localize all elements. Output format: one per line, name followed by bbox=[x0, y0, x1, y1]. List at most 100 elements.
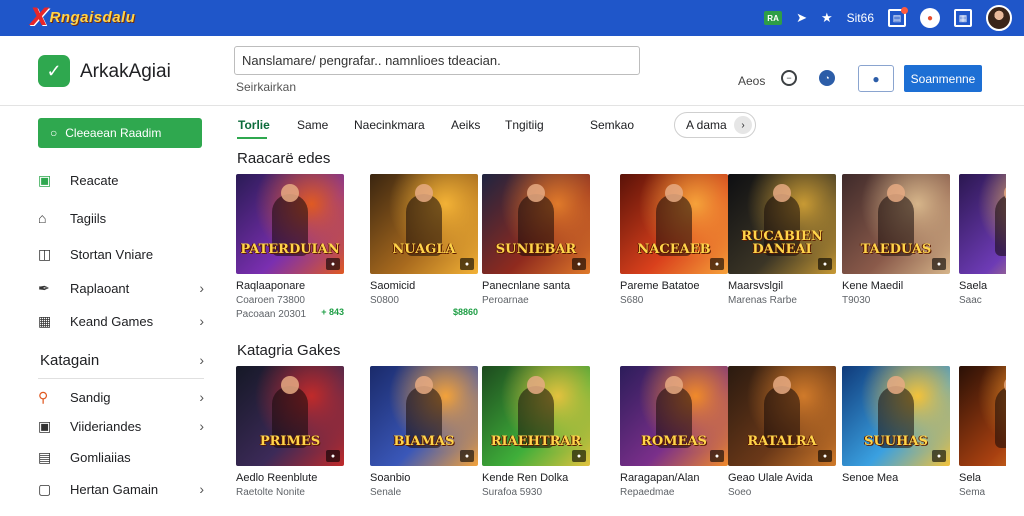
sidebar-item-5[interactable]: ▦ Keand Games › bbox=[38, 310, 204, 332]
search-subtext: Seirkairkan bbox=[236, 80, 297, 94]
game-name[interactable]: Senoe Mea bbox=[842, 472, 950, 484]
tab-3[interactable]: Naecinkmara bbox=[354, 118, 425, 132]
game-card[interactable]: NACEAEB ● Pareme Batatoe S680 bbox=[620, 174, 728, 324]
game-thumbnail[interactable]: RUCABIEN DANEAI ● bbox=[728, 174, 836, 274]
game-name[interactable]: Raqlaaponare bbox=[236, 280, 344, 292]
game-thumbnail[interactable]: PATERDUIAN ● bbox=[236, 174, 344, 274]
tab-pill-filter[interactable]: A dama › bbox=[674, 112, 756, 138]
search-input[interactable] bbox=[234, 46, 640, 75]
sidebar-section-item-2[interactable]: ▣ Viideriandes › bbox=[38, 415, 204, 437]
minus-circle-icon[interactable]: − bbox=[781, 70, 797, 86]
top-bar: X Rngaisdalu RA ➤ ★ Sit66 ▤ ● ▦ bbox=[0, 0, 1024, 36]
game-meta: Saac bbox=[959, 295, 982, 306]
game-name[interactable]: Raragapan/Alan bbox=[620, 472, 728, 484]
game-name[interactable]: Kende Ren Dolka bbox=[482, 472, 590, 484]
tab-4[interactable]: Aeiks bbox=[451, 118, 480, 132]
grid-icon[interactable]: ▦ bbox=[954, 9, 972, 27]
game-card[interactable]: RUCABIEN DANEAI ● Maarsvslgil Marenas Rarbe bbox=[728, 174, 836, 324]
game-name[interactable]: Pareme Batatoe bbox=[620, 280, 728, 292]
game-name[interactable]: Kene Maedil bbox=[842, 280, 950, 292]
tab-2[interactable]: Same bbox=[297, 118, 328, 132]
sidebar-item-label: Hertan Gamain bbox=[70, 481, 159, 497]
chevron-right-icon: › bbox=[199, 313, 204, 329]
square-icon: ▢ bbox=[38, 480, 52, 497]
game-card[interactable]: SUUHAS ● Senoe Mea bbox=[842, 366, 950, 516]
game-card[interactable]: NUAGLA ● Saomicid S0800 $8860 bbox=[370, 174, 478, 324]
sidebar-section-item-4[interactable]: ▢ Hertan Gamain › bbox=[38, 478, 204, 500]
sidebar-section-item-1[interactable]: ⚲ Sandig › bbox=[38, 386, 204, 408]
game-thumbnail[interactable]: PRIMES ● bbox=[236, 366, 344, 466]
game-thumbnail[interactable]: RIAEHTRAR ● bbox=[482, 366, 590, 466]
star-icon[interactable]: ★ bbox=[821, 10, 833, 26]
game-thumbnail[interactable]: ● bbox=[959, 366, 1006, 466]
game-card[interactable]: TAEDUAS ● Kene Maedil T9030 bbox=[842, 174, 950, 324]
game-card[interactable]: SUNIEBAR ● Panecnlane santa Peroarnae bbox=[482, 174, 590, 324]
game-thumbnail[interactable]: BIAMAS ● bbox=[370, 366, 478, 466]
chevron-right-icon[interactable]: › bbox=[734, 116, 752, 134]
sidebar-primary-button[interactable]: ○ Cleeaean Raadim bbox=[38, 118, 202, 148]
sidebar-item-1[interactable]: ▣ Reacate bbox=[38, 169, 204, 191]
game-name[interactable]: Panecnlane santa bbox=[482, 280, 590, 292]
clock-icon[interactable]: ◔ bbox=[819, 70, 835, 86]
game-card[interactable]: ROMEAS ● Raragapan/Alan Repaedmae bbox=[620, 366, 728, 516]
platform-icon: ● bbox=[572, 450, 586, 462]
game-art-title: NACEAEB bbox=[637, 242, 711, 257]
game-name[interactable]: Aedlo Reenblute bbox=[236, 472, 344, 484]
game-thumbnail[interactable]: TAEDUAS ● bbox=[842, 174, 950, 274]
game-meta: Senale bbox=[370, 487, 402, 498]
search-icon: ○ bbox=[50, 126, 58, 140]
user-square-icon[interactable]: ● bbox=[858, 65, 894, 92]
game-card[interactable]: PATERDUIAN ● Raqlaaponare Coaroen 73800 Paco… bbox=[236, 174, 344, 324]
game-card[interactable]: PRIMES ● Aedlo Reenblute Raetolte Nonite bbox=[236, 366, 344, 516]
game-price: + 843 bbox=[321, 307, 344, 317]
game-name[interactable]: Geao Ulale Avida bbox=[728, 472, 836, 484]
game-card[interactable]: ● Sela Sema bbox=[959, 366, 1006, 516]
game-meta: S680 bbox=[620, 295, 644, 306]
game-name[interactable]: Saela bbox=[959, 280, 1006, 292]
game-card[interactable]: BIAMAS ● Soanbio Senale bbox=[370, 366, 478, 516]
map-icon: ▦ bbox=[38, 312, 52, 329]
avatar[interactable] bbox=[986, 5, 1012, 31]
game-thumbnail[interactable]: NACEAEB ● bbox=[620, 174, 728, 274]
rocket-icon[interactable]: ➤ bbox=[796, 10, 807, 26]
game-art-title: RATALRA bbox=[747, 434, 817, 449]
sidebar-item-2[interactable]: ⌂ Tagiils bbox=[38, 207, 204, 229]
tab-5[interactable]: Tngitiig bbox=[505, 118, 544, 132]
sidebar-section-item-3[interactable]: ▤ Gomliaiias bbox=[38, 446, 204, 468]
game-thumbnail[interactable]: RATALRA ● bbox=[728, 366, 836, 466]
game-thumbnail[interactable]: ROMEAS ● bbox=[620, 366, 728, 466]
tab-1[interactable]: Torlie bbox=[238, 118, 270, 132]
primary-action-button[interactable]: Soanmenne bbox=[904, 65, 982, 92]
sidebar-section-heading[interactable]: Katagain › bbox=[40, 349, 204, 371]
game-card[interactable]: RIAEHTRAR ● Kende Ren Dolka Surafoa 5930 bbox=[482, 366, 590, 516]
game-art-title: TAEDUAS bbox=[860, 242, 932, 257]
game-meta: Surafoa 5930 bbox=[482, 487, 543, 498]
game-thumbnail[interactable]: NUAGLA ● bbox=[370, 174, 478, 274]
game-thumbnail[interactable]: SUNIEBAR ● bbox=[482, 174, 590, 274]
game-name[interactable]: Saomicid bbox=[370, 280, 478, 292]
game-thumbnail[interactable]: ● bbox=[959, 174, 1006, 274]
header-link[interactable]: Aeos bbox=[738, 74, 765, 88]
app-logo-icon[interactable]: ✓ bbox=[38, 55, 70, 87]
platform-icon: ● bbox=[326, 450, 340, 462]
notifications-icon[interactable]: ▤ bbox=[888, 7, 908, 27]
game-card[interactable]: ● Saela Saac bbox=[959, 174, 1006, 324]
game-name[interactable]: Soanbio bbox=[370, 472, 478, 484]
sidebar-item-4[interactable]: ✒ Raplaoant › bbox=[38, 277, 204, 299]
game-name[interactable]: Maarsvslgil bbox=[728, 280, 836, 292]
app-badge-icon[interactable]: RA bbox=[764, 11, 783, 25]
sidebar-item-3[interactable]: ◫ Stortan Vniare bbox=[38, 243, 204, 265]
tab-6[interactable]: Semkao bbox=[590, 118, 634, 132]
profile-icon[interactable]: ● bbox=[920, 8, 940, 28]
game-thumbnail[interactable]: SUUHAS ● bbox=[842, 366, 950, 466]
sidebar-heading-label: Katagain bbox=[40, 351, 100, 369]
brand-logo[interactable]: X Rngaisdalu bbox=[30, 3, 135, 31]
sidebar-item-label: Sandig bbox=[70, 389, 111, 405]
game-card[interactable]: RATALRA ● Geao Ulale Avida Soeo bbox=[728, 366, 836, 516]
game-grid-1: PATERDUIAN ● Raqlaaponare Coaroen 73800 Paco… bbox=[236, 174, 1006, 324]
status-text[interactable]: Sit66 bbox=[847, 11, 874, 25]
game-name[interactable]: Sela bbox=[959, 472, 1006, 484]
game-art-title: RIAEHTRAR bbox=[490, 434, 582, 449]
sidebar-divider bbox=[38, 378, 204, 379]
tablet-icon: ▣ bbox=[38, 417, 52, 434]
